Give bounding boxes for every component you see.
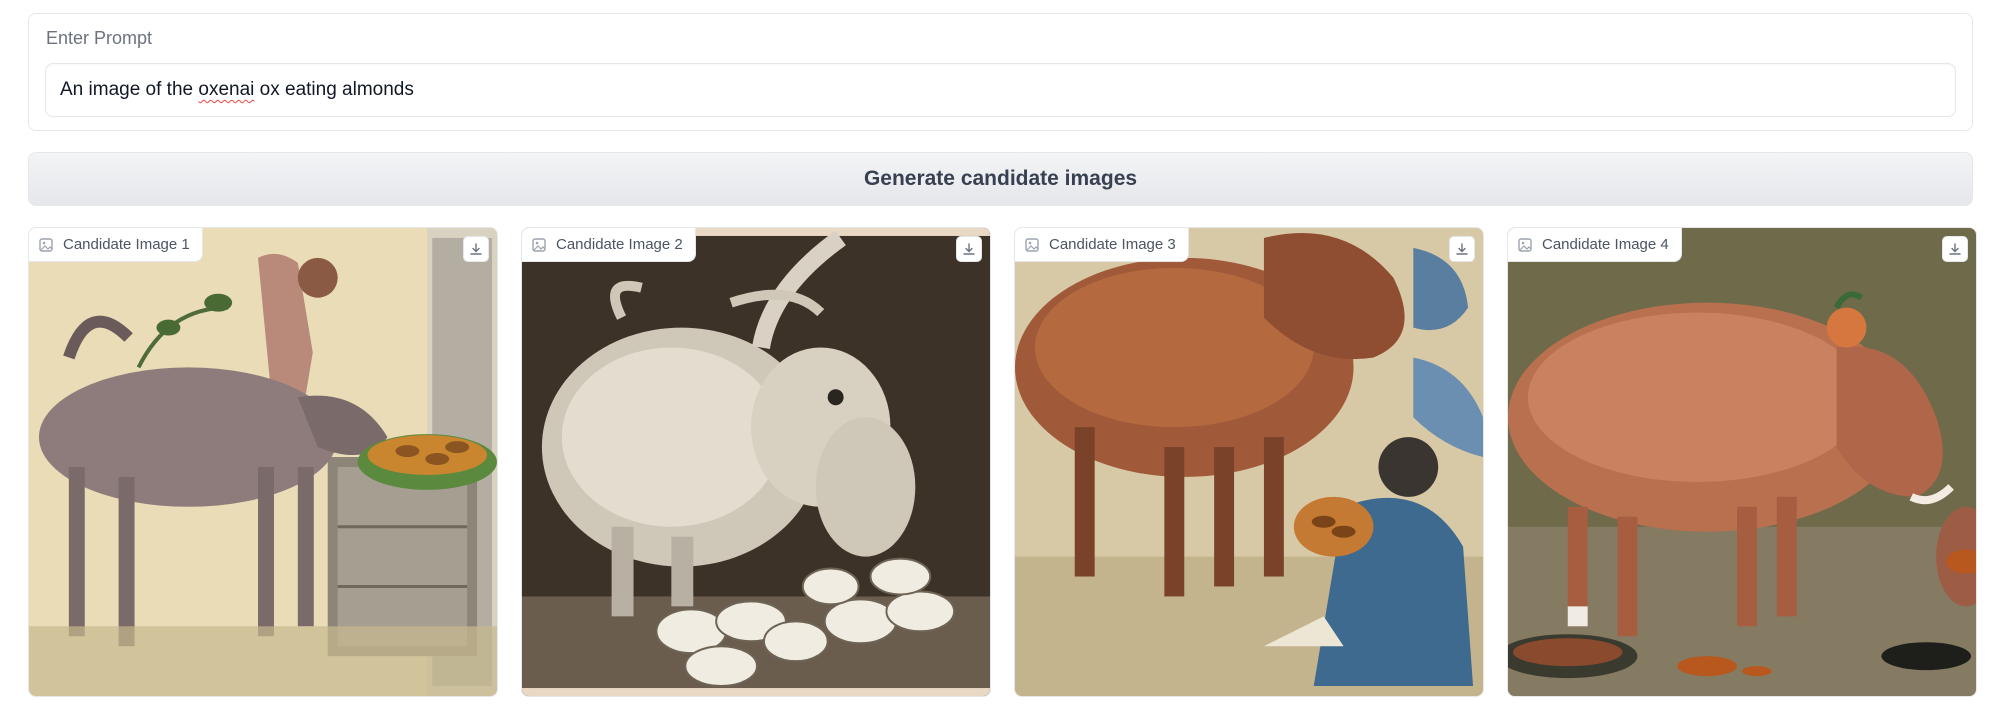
candidate-image-1[interactable]: Candidate Image 1 bbox=[28, 227, 498, 697]
candidate-image-3-label: Candidate Image 3 bbox=[1015, 228, 1189, 262]
download-icon bbox=[1456, 243, 1468, 255]
download-button-4[interactable] bbox=[1942, 236, 1968, 262]
candidate-image-2[interactable]: Candidate Image 2 bbox=[521, 227, 991, 697]
image-icon bbox=[532, 237, 546, 252]
candidate-image-4-label: Candidate Image 4 bbox=[1508, 228, 1682, 262]
candidate-image-2-label-text: Candidate Image 2 bbox=[556, 236, 683, 253]
candidate-image-3[interactable]: Candidate Image 3 bbox=[1014, 227, 1484, 697]
prompt-input[interactable]: An image of the oxenai ox eating almonds bbox=[45, 63, 1956, 117]
image-icon bbox=[39, 237, 53, 252]
image-icon bbox=[1518, 237, 1532, 252]
candidate-image-4[interactable]: Candidate Image 4 bbox=[1507, 227, 1977, 697]
candidate-image-1-label-text: Candidate Image 1 bbox=[63, 236, 190, 253]
candidate-image-1-art bbox=[29, 228, 497, 696]
prompt-text-misspelled: oxenai bbox=[198, 79, 255, 100]
prompt-text-start: An image of the bbox=[60, 79, 199, 100]
prompt-text-end: ox eating almonds bbox=[254, 79, 414, 100]
candidate-image-2-label: Candidate Image 2 bbox=[522, 228, 696, 262]
candidate-image-4-art bbox=[1508, 228, 1976, 696]
generate-button[interactable]: Generate candidate images bbox=[28, 152, 1973, 206]
candidate-image-3-label-text: Candidate Image 3 bbox=[1049, 236, 1176, 253]
prompt-label: Enter Prompt bbox=[46, 28, 153, 48]
candidate-image-3-art bbox=[1015, 228, 1483, 696]
download-button-3[interactable] bbox=[1449, 236, 1475, 262]
prompt-panel: Enter Prompt An image of the oxenai ox e… bbox=[28, 13, 1973, 131]
image-icon bbox=[1025, 237, 1039, 252]
candidate-image-4-label-text: Candidate Image 4 bbox=[1542, 236, 1669, 253]
download-button-2[interactable] bbox=[956, 236, 982, 262]
download-icon bbox=[470, 243, 482, 255]
candidate-image-1-label: Candidate Image 1 bbox=[29, 228, 203, 262]
candidate-image-2-art bbox=[522, 228, 990, 696]
download-icon bbox=[1949, 243, 1961, 255]
download-button-1[interactable] bbox=[463, 236, 489, 262]
download-icon bbox=[963, 243, 975, 255]
